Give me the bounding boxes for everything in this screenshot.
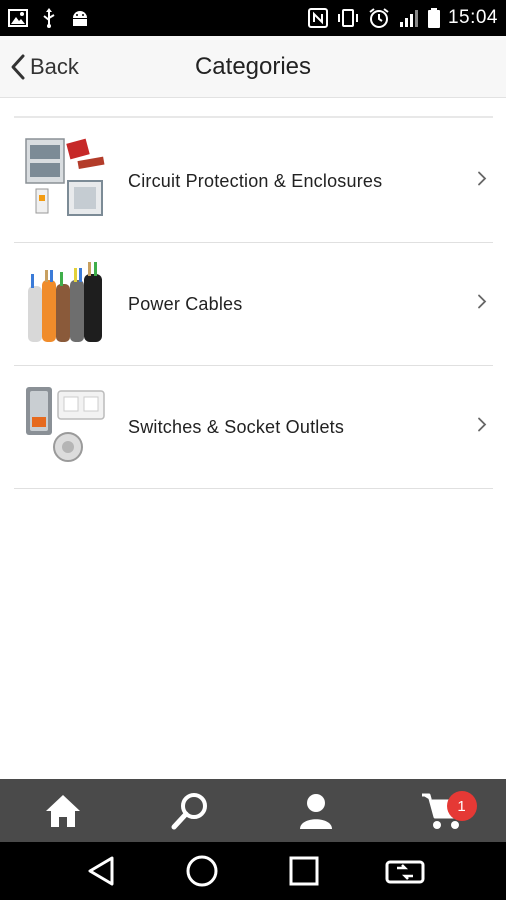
back-button[interactable]: Back xyxy=(10,36,79,98)
category-list: Circuit Protection & Enclosures Power Ca… xyxy=(14,120,493,489)
chevron-right-icon xyxy=(477,171,487,192)
switch-app-icon xyxy=(385,856,425,886)
status-icons-left xyxy=(8,8,90,28)
chevron-right-icon xyxy=(477,294,487,315)
image-icon xyxy=(8,9,28,27)
cart-count-badge: 1 xyxy=(446,791,477,821)
alarm-icon xyxy=(368,7,390,29)
nav-back-button[interactable] xyxy=(71,846,131,896)
chevron-left-icon xyxy=(10,53,26,81)
back-triangle-icon xyxy=(86,855,116,887)
nfc-icon xyxy=(307,8,328,28)
status-bar: 15:04 xyxy=(0,0,506,36)
tab-cart[interactable]: 1 xyxy=(380,779,506,842)
status-icons-right: 15:04 xyxy=(307,7,498,29)
tab-search[interactable] xyxy=(127,779,254,842)
list-top-divider xyxy=(14,116,493,118)
usb-icon xyxy=(42,8,56,28)
category-row-switches-sockets[interactable]: Switches & Socket Outlets xyxy=(14,366,493,489)
tab-home[interactable] xyxy=(0,779,127,842)
power-cables-thumbnail xyxy=(20,258,112,350)
battery-icon xyxy=(427,8,440,28)
android-icon xyxy=(70,9,90,27)
status-time: 15:04 xyxy=(447,7,498,28)
nav-switch-app-button[interactable] xyxy=(375,846,435,896)
category-label: Circuit Protection & Enclosures xyxy=(128,170,383,191)
tab-account[interactable] xyxy=(253,779,380,842)
back-label: Back xyxy=(30,54,79,79)
nav-home-button[interactable] xyxy=(172,846,232,896)
home-circle-icon xyxy=(185,854,219,888)
category-row-power-cables[interactable]: Power Cables xyxy=(14,243,493,366)
chevron-right-icon xyxy=(477,417,487,438)
recents-square-icon xyxy=(289,856,319,886)
bottom-tab-bar: 1 xyxy=(0,779,506,842)
account-icon xyxy=(298,792,334,830)
circuit-protection-thumbnail xyxy=(20,135,112,227)
app-header: Back Categories xyxy=(0,36,506,98)
category-label: Power Cables xyxy=(128,293,243,314)
signal-icon xyxy=(398,8,420,28)
vibrate-icon xyxy=(336,8,360,28)
home-icon xyxy=(44,793,82,829)
category-label: Switches & Socket Outlets xyxy=(128,416,345,437)
nav-recents-button[interactable] xyxy=(274,846,334,896)
search-icon xyxy=(170,791,210,831)
switches-sockets-thumbnail xyxy=(20,381,112,473)
category-row-circuit-protection[interactable]: Circuit Protection & Enclosures xyxy=(14,120,493,243)
system-nav-bar xyxy=(0,842,506,900)
